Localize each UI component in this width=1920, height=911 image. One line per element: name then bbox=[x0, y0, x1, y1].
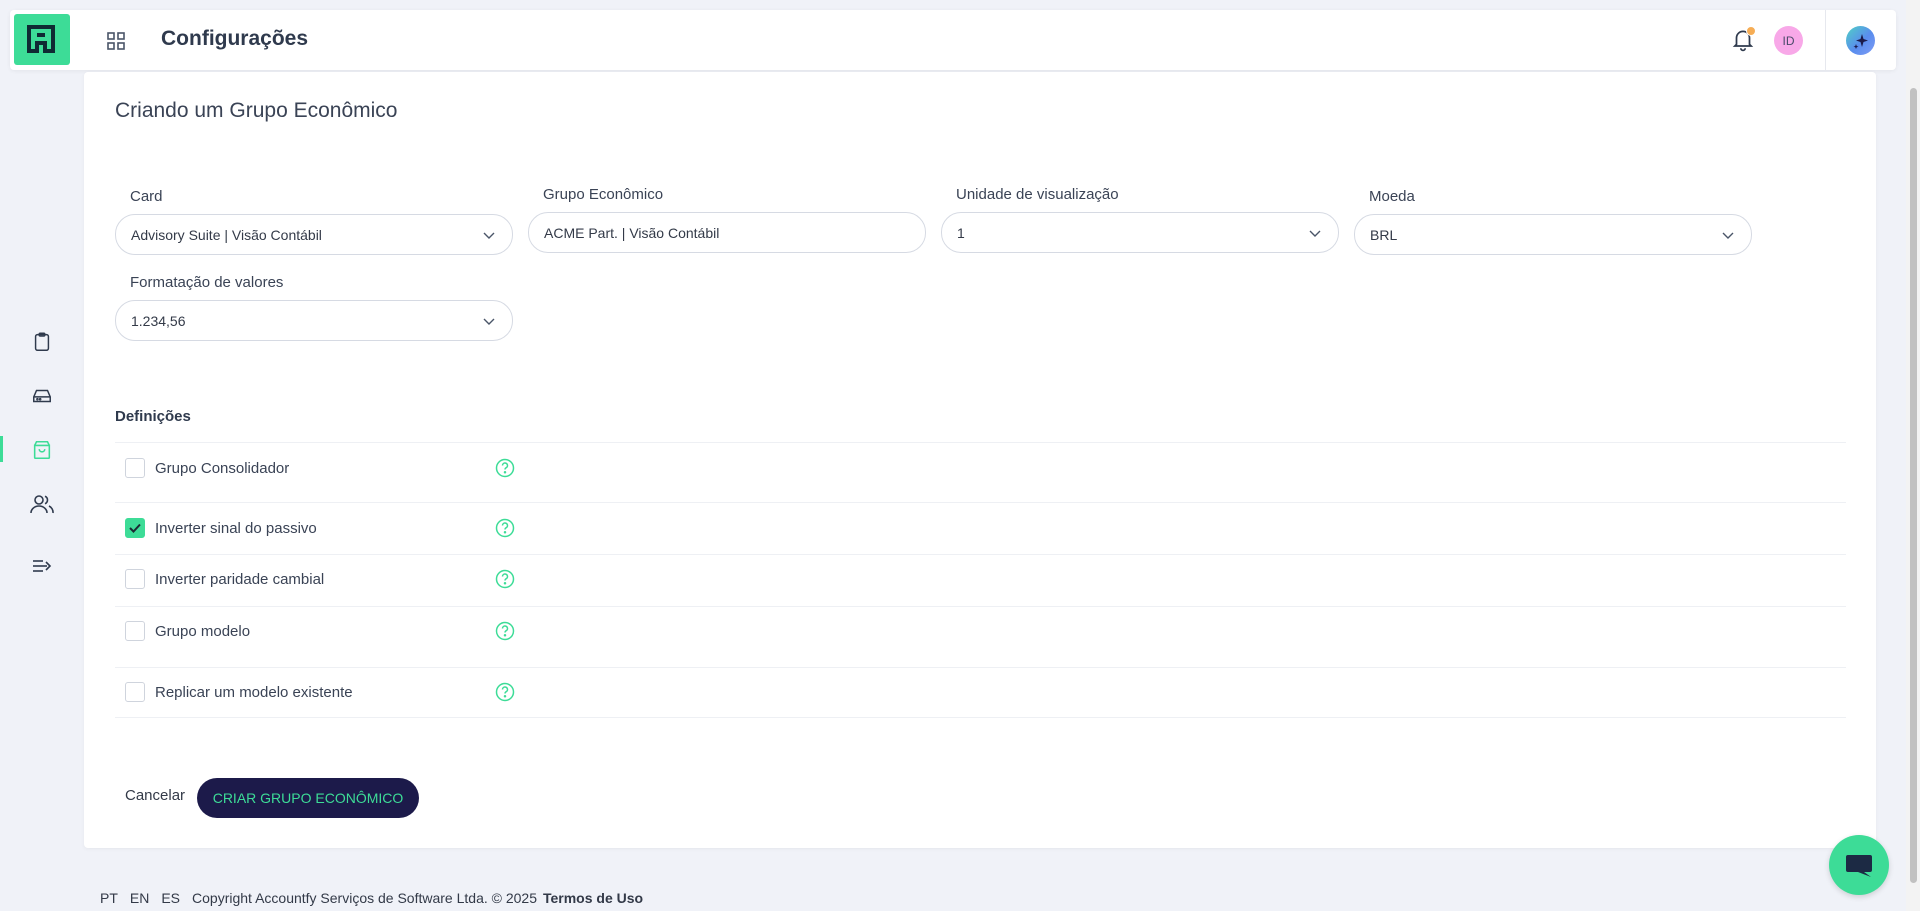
help-icon[interactable] bbox=[495, 682, 515, 702]
grupo-consolidador-checkbox[interactable] bbox=[125, 458, 145, 478]
grupo-input[interactable]: ACME Part. | Visão Contábil bbox=[528, 212, 926, 253]
lang-es[interactable]: ES bbox=[161, 890, 180, 906]
sparkle-icon[interactable] bbox=[1846, 26, 1875, 55]
definition-row bbox=[115, 606, 1846, 667]
help-icon[interactable] bbox=[495, 569, 515, 589]
definition-row bbox=[115, 502, 1846, 554]
check-icon bbox=[129, 523, 141, 533]
help-icon[interactable] bbox=[495, 518, 515, 538]
apps-grid-icon[interactable] bbox=[106, 31, 126, 51]
chevron-down-icon bbox=[1309, 230, 1321, 237]
copyright-text: Copyright Accountfy Serviços de Software… bbox=[192, 890, 537, 906]
header-divider bbox=[1825, 10, 1826, 70]
shopping-bag-icon[interactable] bbox=[28, 436, 56, 464]
moeda-select-value: BRL bbox=[1370, 226, 1398, 243]
moeda-label: Moeda bbox=[1369, 188, 1415, 205]
logo-icon[interactable] bbox=[14, 14, 70, 65]
users-icon[interactable] bbox=[28, 490, 56, 518]
formatacao-label: Formatação de valores bbox=[130, 274, 284, 291]
notification-badge bbox=[1746, 26, 1756, 36]
card-select-value: Advisory Suite | Visão Contábil bbox=[131, 226, 322, 243]
cancel-button[interactable]: Cancelar bbox=[125, 787, 185, 804]
definitions-title: Definições bbox=[115, 408, 191, 425]
inverter-sinal-checkbox[interactable] bbox=[125, 518, 145, 538]
definition-label: Replicar um modelo existente bbox=[155, 684, 353, 701]
terms-link[interactable]: Termos de Uso bbox=[543, 890, 643, 906]
scrollbar-thumb[interactable] bbox=[1910, 88, 1917, 883]
formatacao-select[interactable]: 1.234,56 bbox=[115, 300, 513, 341]
chevron-down-icon bbox=[1722, 232, 1734, 239]
help-icon[interactable] bbox=[495, 458, 515, 478]
card-label: Card bbox=[130, 188, 163, 205]
form-title: Criando um Grupo Econômico bbox=[115, 99, 398, 122]
lang-pt[interactable]: PT bbox=[100, 890, 118, 906]
inverter-paridade-checkbox[interactable] bbox=[125, 569, 145, 589]
sidebar-active-indicator bbox=[0, 436, 3, 462]
unidade-select-value: 1 bbox=[957, 224, 965, 241]
replicar-modelo-checkbox[interactable] bbox=[125, 682, 145, 702]
avatar[interactable]: ID bbox=[1774, 26, 1803, 55]
definition-row bbox=[115, 554, 1846, 606]
footer: PT EN ES Copyright Accountfy Serviços de… bbox=[100, 890, 643, 906]
help-icon[interactable] bbox=[495, 621, 515, 641]
formatacao-select-value: 1.234,56 bbox=[131, 312, 186, 329]
card-select[interactable]: Advisory Suite | Visão Contábil bbox=[115, 214, 513, 255]
top-header: Configurações bbox=[10, 10, 1896, 70]
definition-row bbox=[115, 667, 1846, 718]
chevron-down-icon bbox=[483, 232, 495, 239]
grupo-modelo-checkbox[interactable] bbox=[125, 621, 145, 641]
grupo-label: Grupo Econômico bbox=[543, 186, 664, 203]
definition-label: Inverter sinal do passivo bbox=[155, 520, 317, 537]
inbox-icon[interactable] bbox=[28, 382, 56, 410]
unidade-select[interactable]: 1 bbox=[941, 212, 1339, 253]
collapse-menu-icon[interactable] bbox=[28, 552, 56, 580]
create-group-button[interactable]: CRIAR GRUPO ECONÔMICO bbox=[197, 778, 419, 818]
grupo-input-value: ACME Part. | Visão Contábil bbox=[544, 224, 720, 241]
definition-label: Inverter paridade cambial bbox=[155, 571, 325, 588]
unidade-label: Unidade de visualização bbox=[956, 186, 1119, 203]
chat-icon[interactable] bbox=[1829, 835, 1889, 895]
lang-en[interactable]: EN bbox=[130, 890, 149, 906]
definition-label: Grupo Consolidador bbox=[155, 460, 290, 477]
moeda-select[interactable]: BRL bbox=[1354, 214, 1752, 255]
chevron-down-icon bbox=[483, 318, 495, 325]
clipboard-icon[interactable] bbox=[28, 328, 56, 356]
page-title: Configurações bbox=[161, 27, 309, 50]
definition-row bbox=[115, 442, 1846, 502]
definition-label: Grupo modelo bbox=[155, 623, 251, 640]
